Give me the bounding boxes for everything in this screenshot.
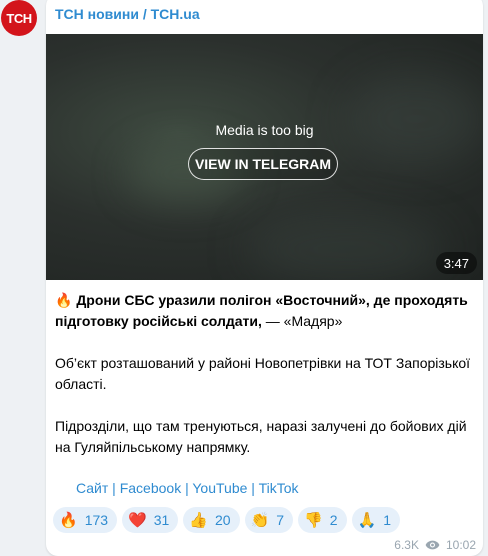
fire-icon: 🔥 bbox=[59, 512, 78, 529]
media-blur-shape bbox=[246, 214, 446, 280]
clap-icon: 👏 bbox=[250, 512, 270, 529]
link-facebook[interactable]: Facebook bbox=[120, 480, 181, 496]
message-meta: 6.3K 10:02 bbox=[394, 538, 476, 552]
reactions-bar: 🔥 173 ❤️ 31 👍 20 👏 7 👎 2 🙏 1 bbox=[53, 507, 401, 533]
link-tiktok[interactable]: TikTok bbox=[259, 480, 299, 496]
reaction-fire[interactable]: 🔥 173 bbox=[53, 507, 118, 533]
reaction-pray[interactable]: 🙏 1 bbox=[351, 507, 401, 533]
reaction-clap[interactable]: 👏 7 bbox=[244, 507, 294, 533]
link-youtube[interactable]: YouTube bbox=[192, 480, 247, 496]
link-separator: | bbox=[108, 480, 120, 496]
reaction-count: 31 bbox=[153, 512, 170, 528]
heart-icon: ❤️ bbox=[128, 512, 147, 529]
thumbs-down-icon: 👎 bbox=[304, 512, 323, 529]
link-separator: | bbox=[247, 480, 259, 496]
view-in-telegram-button[interactable]: VIEW IN TELEGRAM bbox=[188, 148, 338, 180]
media-too-big-message: Media is too big bbox=[215, 122, 314, 138]
channel-avatar[interactable]: ТСН bbox=[1, 0, 37, 36]
view-count: 6.3K bbox=[394, 538, 419, 552]
post-paragraph: Підрозділи, що там тренуються, наразі за… bbox=[55, 418, 467, 455]
link-separator: | bbox=[181, 480, 193, 496]
message-time: 10:02 bbox=[445, 538, 476, 552]
channel-name[interactable]: ТСН новини / ТСН.ua bbox=[55, 6, 200, 22]
reaction-count: 20 bbox=[215, 512, 231, 528]
reaction-count: 2 bbox=[329, 512, 338, 528]
video-duration-badge: 3:47 bbox=[435, 252, 477, 274]
reaction-count: 7 bbox=[276, 512, 285, 528]
social-links: Сайт | Facebook | YouTube | TikTok bbox=[76, 480, 299, 496]
thumbs-up-icon: 👍 bbox=[189, 512, 208, 529]
media-preview[interactable]: Media is too big VIEW IN TELEGRAM 3:47 bbox=[46, 34, 483, 280]
pray-icon: 🙏 bbox=[357, 512, 377, 529]
reaction-count: 173 bbox=[84, 512, 109, 528]
link-site[interactable]: Сайт bbox=[76, 480, 108, 496]
reaction-heart[interactable]: ❤️ 31 bbox=[122, 507, 179, 533]
headline-tail-text: — «Мадяр» bbox=[261, 313, 343, 329]
fire-emoji-icon: 🔥 bbox=[55, 292, 73, 308]
eye-icon bbox=[425, 540, 440, 550]
post-paragraph: Об’єкт розташований у районі Новопетрівк… bbox=[55, 355, 471, 392]
post-headline: 🔥 Дрони СБС уразили полігон «Восточний»,… bbox=[55, 290, 475, 332]
media-blur-shape bbox=[346, 74, 483, 164]
reaction-thumbs-down[interactable]: 👎 2 bbox=[298, 507, 347, 533]
reaction-thumbs-up[interactable]: 👍 20 bbox=[183, 507, 240, 533]
reaction-count: 1 bbox=[383, 512, 392, 528]
